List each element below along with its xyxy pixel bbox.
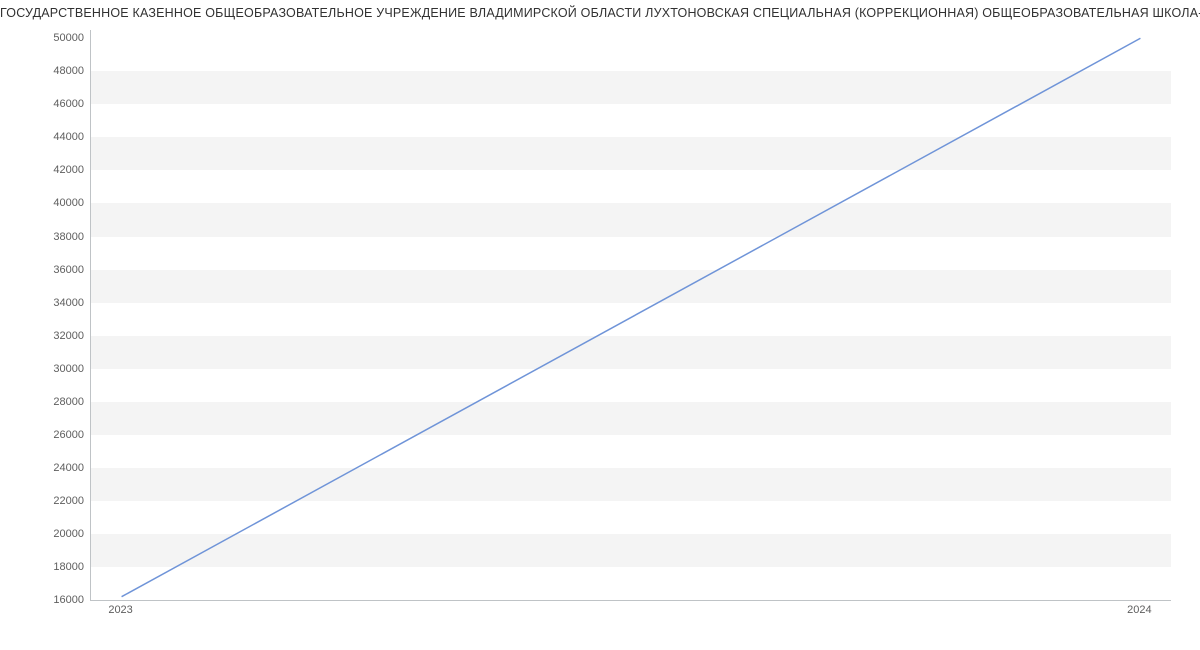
- series-line-path: [122, 38, 1141, 596]
- x-tick-label: 2023: [108, 604, 132, 616]
- y-tick-label: 48000: [4, 65, 84, 77]
- y-tick-label: 30000: [4, 363, 84, 375]
- y-tick-label: 50000: [4, 32, 84, 44]
- y-tick-label: 42000: [4, 164, 84, 176]
- y-tick-label: 36000: [4, 264, 84, 276]
- y-tick-label: 24000: [4, 462, 84, 474]
- y-tick-label: 34000: [4, 297, 84, 309]
- y-tick-label: 16000: [4, 594, 84, 606]
- line-series-svg: [91, 30, 1171, 600]
- y-tick-label: 44000: [4, 131, 84, 143]
- y-tick-label: 46000: [4, 98, 84, 110]
- y-tick-label: 20000: [4, 528, 84, 540]
- y-tick-label: 18000: [4, 561, 84, 573]
- y-tick-label: 40000: [4, 197, 84, 209]
- y-tick-label: 22000: [4, 495, 84, 507]
- y-tick-label: 32000: [4, 330, 84, 342]
- chart-title: ГОСУДАРСТВЕННОЕ КАЗЕННОЕ ОБЩЕОБРАЗОВАТЕЛ…: [0, 6, 1200, 20]
- y-tick-label: 38000: [4, 231, 84, 243]
- y-tick-label: 28000: [4, 396, 84, 408]
- y-tick-label: 26000: [4, 429, 84, 441]
- chart-container: ГОСУДАРСТВЕННОЕ КАЗЕННОЕ ОБЩЕОБРАЗОВАТЕЛ…: [0, 0, 1200, 650]
- x-tick-label: 2024: [1127, 604, 1151, 616]
- plot-area: [90, 30, 1171, 601]
